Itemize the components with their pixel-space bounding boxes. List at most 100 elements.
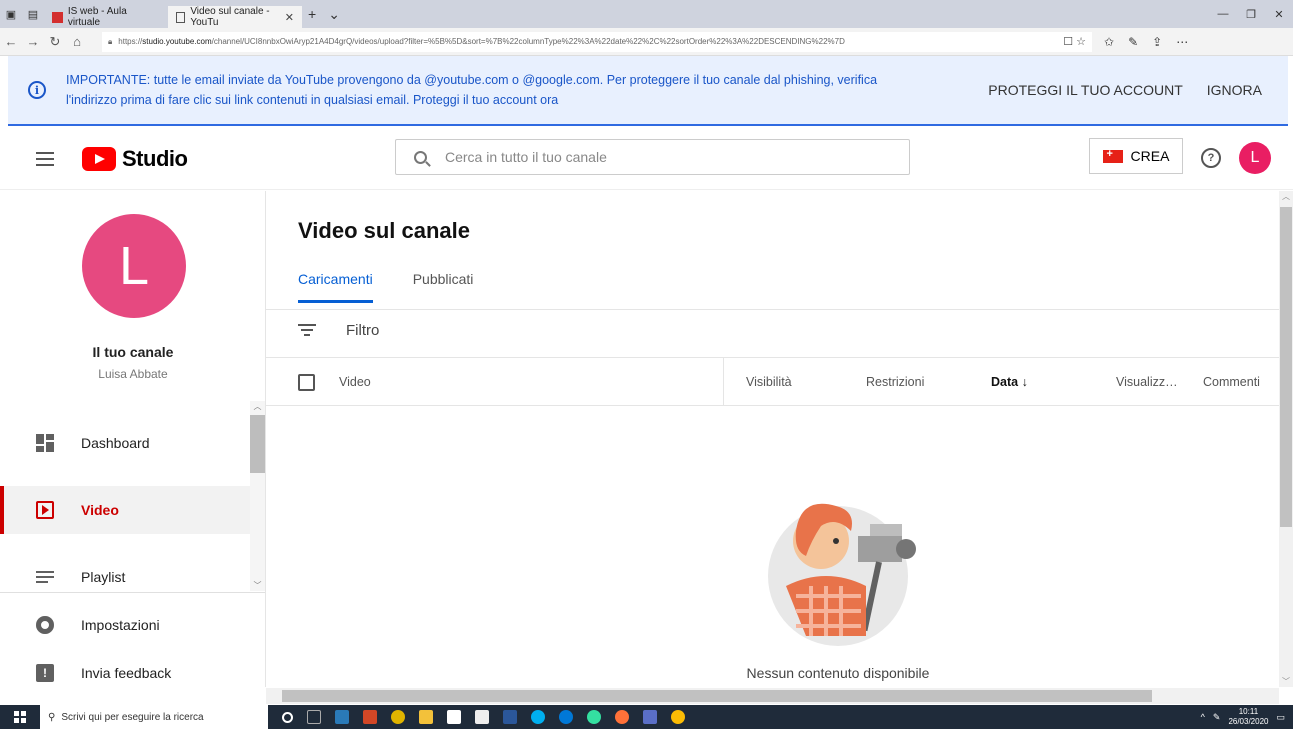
- sidebar-item-feedback[interactable]: ! Invia feedback: [0, 649, 250, 697]
- share-icon[interactable]: ⇪: [1152, 35, 1162, 49]
- banner-message: IMPORTANTE: tutte le email inviate da Yo…: [66, 73, 878, 107]
- forward-icon[interactable]: →: [22, 34, 44, 49]
- address-bar: ← → ↻ ⌂ 🔒︎ https://studio.youtube.com/ch…: [0, 28, 1293, 56]
- back-icon[interactable]: ←: [0, 34, 22, 49]
- start-button[interactable]: [0, 711, 40, 723]
- create-video-icon: [1102, 148, 1123, 163]
- tab-published[interactable]: Pubblicati: [413, 271, 474, 303]
- new-tab-icon[interactable]: +: [302, 6, 322, 22]
- file-icon[interactable]: [475, 710, 489, 724]
- tray-chevron-icon[interactable]: ^: [1201, 712, 1205, 722]
- sidebar-item-dashboard[interactable]: Dashboard: [0, 419, 250, 467]
- app-icon[interactable]: [335, 710, 349, 724]
- select-all-checkbox[interactable]: [298, 373, 315, 391]
- channel-name: Luisa Abbate: [98, 367, 168, 381]
- close-window-icon[interactable]: ✕: [1265, 8, 1293, 21]
- tab-uploads[interactable]: Caricamenti: [298, 271, 373, 303]
- column-visibility[interactable]: Visibilità: [746, 375, 792, 389]
- sidebar-scrollbar[interactable]: ︿ ﹀: [250, 401, 265, 591]
- browser-tools: ✩ ✎ ⇪ ⋯: [1104, 35, 1188, 49]
- page-vertical-scrollbar[interactable]: ︿ ﹀: [1279, 191, 1293, 687]
- sidebar-item-playlist[interactable]: Playlist: [0, 553, 250, 601]
- refresh-icon[interactable]: ↻: [44, 34, 66, 50]
- protect-account-button[interactable]: PROTEGGI IL TUO ACCOUNT: [988, 82, 1182, 98]
- filter-label: Filtro: [346, 321, 380, 339]
- studio-logo[interactable]: Studio: [82, 146, 188, 172]
- app-icon[interactable]: [643, 710, 657, 724]
- studio-header: Studio Cerca in tutto il tuo canale CREA…: [0, 128, 1293, 190]
- browser-tab-aula[interactable]: IS web - Aula virtuale: [44, 6, 168, 28]
- notes-icon[interactable]: ✎: [1128, 35, 1138, 49]
- scrollbar-thumb[interactable]: [250, 415, 265, 473]
- search-input[interactable]: Cerca in tutto il tuo canale: [395, 139, 910, 175]
- minimize-icon[interactable]: —: [1209, 8, 1237, 21]
- chrome-icon[interactable]: [671, 710, 685, 724]
- divider: [266, 405, 1279, 406]
- task-view-icon[interactable]: [307, 710, 321, 724]
- scroll-up-icon[interactable]: ︿: [1279, 191, 1293, 202]
- taskbar-search-input[interactable]: ⚲ Scrivi qui per eseguire la ricerca: [40, 705, 268, 729]
- security-banner: i IMPORTANTE: tutte le email inviate da …: [8, 56, 1288, 126]
- app-icon[interactable]: [391, 710, 405, 724]
- feedback-icon: !: [36, 664, 54, 682]
- create-button[interactable]: CREA: [1089, 138, 1183, 174]
- help-icon[interactable]: ?: [1201, 148, 1221, 168]
- page-horizontal-scrollbar[interactable]: [266, 688, 1279, 704]
- table-header: Video Visibilità Restrizioni Data ↓ Visu…: [266, 358, 1279, 406]
- scroll-down-icon[interactable]: ﹀: [1279, 676, 1293, 687]
- page-favicon-icon: [176, 11, 186, 23]
- more-icon[interactable]: ⋯: [1176, 35, 1188, 49]
- skype-icon[interactable]: [531, 710, 545, 724]
- scroll-up-icon[interactable]: ︿: [250, 401, 265, 412]
- clock[interactable]: 10:11 26/03/2020: [1228, 707, 1268, 727]
- menu-icon[interactable]: [36, 148, 54, 170]
- channel-title: Il tuo canale: [92, 344, 174, 360]
- sidebar-item-settings[interactable]: Impostazioni: [0, 601, 250, 649]
- empty-state-illustration: [768, 503, 916, 646]
- tab-actions-icon[interactable]: ▣: [0, 0, 22, 28]
- reading-view-icon[interactable]: ☐ ☆: [1063, 35, 1092, 48]
- column-video: Video: [339, 375, 371, 389]
- pen-icon[interactable]: ✎: [1213, 712, 1221, 723]
- sort-arrow-down-icon: ↓: [1021, 375, 1028, 389]
- sidebar: L Il tuo canale Luisa Abbate Dashboard V…: [0, 191, 266, 687]
- gear-icon: [36, 616, 54, 634]
- column-comments[interactable]: Commenti: [1203, 375, 1260, 389]
- window-controls: — ❐ ✕: [1209, 8, 1293, 21]
- favorites-icon[interactable]: ✩: [1104, 35, 1114, 49]
- url-field[interactable]: 🔒︎ https://studio.youtube.com/channel/UC…: [102, 31, 1092, 52]
- close-tab-icon[interactable]: ✕: [285, 11, 294, 24]
- search-placeholder: Cerca in tutto il tuo canale: [445, 149, 607, 165]
- content-tabs: Caricamenti Pubblicati: [298, 271, 473, 303]
- column-restrictions[interactable]: Restrizioni: [866, 375, 924, 389]
- tab-list-chevron-icon[interactable]: ⌄: [322, 6, 346, 23]
- cortana-icon[interactable]: [282, 711, 293, 723]
- account-avatar[interactable]: L: [1239, 142, 1271, 174]
- browser-tab-studio[interactable]: Video sul canale - YouTu ✕: [168, 6, 302, 28]
- tab-preview-icon[interactable]: ▤: [22, 0, 44, 28]
- scroll-down-icon[interactable]: ﹀: [250, 580, 265, 591]
- powerpoint-icon[interactable]: [363, 710, 377, 724]
- system-tray: ^ ✎ 10:11 26/03/2020 ▭: [1201, 707, 1293, 727]
- edge-icon[interactable]: [559, 710, 573, 724]
- empty-state-text: Nessun contenuto disponibile: [746, 665, 930, 681]
- filter-bar[interactable]: Filtro: [298, 321, 379, 339]
- home-icon[interactable]: ⌂: [66, 34, 88, 49]
- column-date[interactable]: Data ↓: [991, 375, 1028, 389]
- browser-tab-label: Video sul canale - YouTu: [190, 6, 270, 28]
- column-views[interactable]: Visualizz…: [1116, 375, 1178, 389]
- store-icon[interactable]: [447, 710, 461, 724]
- channel-avatar[interactable]: L: [82, 214, 186, 318]
- sidebar-item-video[interactable]: Video: [0, 486, 250, 534]
- ignore-button[interactable]: IGNORA: [1207, 82, 1262, 98]
- scrollbar-thumb[interactable]: [282, 690, 1152, 702]
- taskbar-apps: [282, 710, 685, 724]
- word-icon[interactable]: [503, 710, 517, 724]
- scrollbar-thumb[interactable]: [1280, 207, 1292, 527]
- firefox-icon[interactable]: [615, 710, 629, 724]
- restore-icon[interactable]: ❐: [1237, 8, 1265, 21]
- windows-logo-icon: [14, 711, 26, 723]
- tripadvisor-icon[interactable]: [587, 710, 601, 724]
- file-explorer-icon[interactable]: [419, 710, 433, 724]
- notifications-icon[interactable]: ▭: [1276, 712, 1285, 723]
